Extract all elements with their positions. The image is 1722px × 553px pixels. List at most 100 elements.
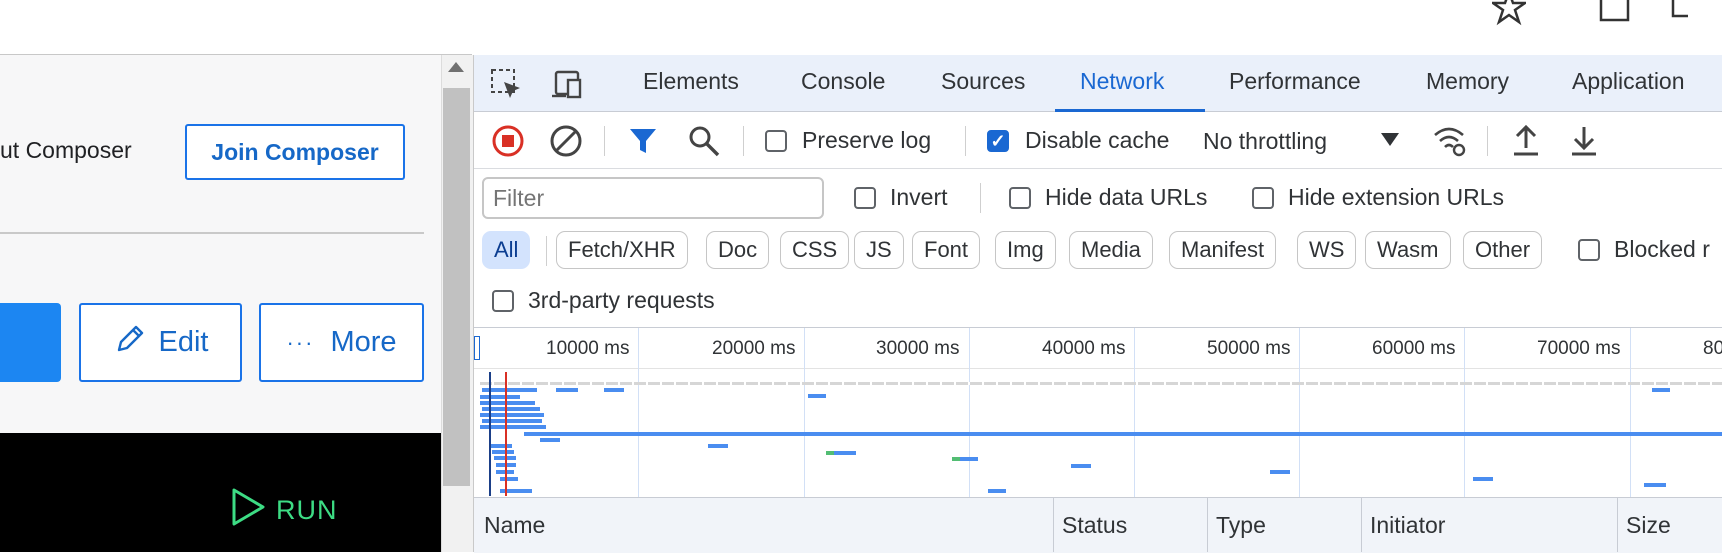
tab-elements[interactable]: Elements [643,68,739,95]
disable-cache-checkbox[interactable]: ✓ [987,130,1009,152]
request-bar [500,477,518,481]
toolbar-separator [604,126,605,156]
column-name[interactable]: Name [484,512,545,539]
invert-checkbox[interactable] [854,187,876,209]
tab-performance[interactable]: Performance [1229,68,1361,95]
timeline-tick: 70000 ms [1537,338,1621,359]
run-button[interactable]: RUN [230,487,338,534]
timeline-left-handle[interactable] [474,336,480,360]
chip-font[interactable]: Font [912,231,981,269]
more-button[interactable]: ··· More [259,303,424,382]
tab-network[interactable]: Network [1080,68,1164,95]
chip-ws[interactable]: WS [1297,231,1357,269]
search-icon[interactable] [687,124,721,163]
request-bar [1473,477,1493,481]
record-stop-icon[interactable] [491,124,525,163]
join-composer-button[interactable]: Join Composer [185,124,405,180]
tab-application[interactable]: Application [1572,68,1685,95]
scrollbar-thumb[interactable] [443,88,470,486]
column-separator[interactable] [1053,497,1054,552]
edit-label: Edit [158,326,209,358]
request-bar [988,489,1006,493]
gridline [969,328,970,497]
device-toolbar-icon[interactable] [550,70,586,105]
preserve-log-checkbox[interactable] [765,130,787,152]
chip-all[interactable]: All [482,231,531,269]
hide-extension-urls-label: Hide extension URLs [1288,184,1505,210]
column-separator[interactable] [1361,497,1362,552]
dropdown-arrow-icon[interactable] [1381,133,1399,152]
request-bar [540,438,560,442]
request-bar [492,450,514,454]
timeline-track [480,382,1722,385]
toolbar-separator [1487,126,1488,156]
tab-sources[interactable]: Sources [941,68,1025,95]
scroll-up-arrow-icon[interactable] [448,62,464,72]
timeline-header-border [474,368,1722,369]
hide-extension-urls-checkbox[interactable] [1252,187,1274,209]
primary-action-button[interactable] [0,303,61,382]
network-conditions-icon[interactable] [1432,124,1468,163]
column-separator[interactable] [1207,497,1208,552]
chip-manifest[interactable]: Manifest [1169,231,1277,269]
long-request-bar [524,432,1722,436]
side-panel-icon[interactable] [1670,0,1690,26]
chip-js[interactable]: JS [854,231,904,269]
third-party-checkbox[interactable] [492,290,514,312]
toolbar-separator [743,126,744,156]
run-label: RUN [276,495,338,525]
request-bar [826,451,834,455]
timeline-tick: 40000 ms [1042,338,1126,359]
request-bar [556,388,578,392]
hide-data-urls-checkbox[interactable] [1009,187,1031,209]
star-icon[interactable] [1489,0,1529,32]
column-separator[interactable] [1617,497,1618,552]
toolbar-separator [546,236,547,266]
timeline-tick: 10000 ms [546,338,630,359]
filter-icon[interactable] [628,126,658,161]
timeline-tick: 20000 ms [712,338,796,359]
browser-toolbar [0,0,1722,54]
column-status[interactable]: Status [1062,512,1127,539]
column-type[interactable]: Type [1216,512,1266,539]
request-bar [960,457,978,461]
address-bar[interactable] [0,0,1555,42]
request-bar [1071,464,1091,468]
chip-img[interactable]: Img [995,231,1056,269]
chip-doc[interactable]: Doc [706,231,770,269]
timeline-tick: 60000 ms [1372,338,1456,359]
disable-cache-label: Disable cache [1025,127,1170,153]
third-party-label: 3rd-party requests [528,287,715,313]
tab-console[interactable]: Console [801,68,885,95]
chip-css[interactable]: CSS [780,231,850,269]
play-icon [230,487,266,534]
gridline [804,328,805,497]
request-bar [1270,470,1290,474]
import-har-icon[interactable] [1511,124,1541,163]
clear-icon[interactable] [549,124,583,163]
tab-memory[interactable]: Memory [1426,68,1509,95]
gridline [1630,328,1631,497]
toolbar-separator [980,183,981,213]
filter-input[interactable] [482,177,824,219]
load-event-marker [505,372,507,496]
chip-wasm[interactable]: Wasm [1365,231,1451,269]
request-bar [482,419,542,423]
column-initiator[interactable]: Initiator [1370,512,1445,539]
edit-button[interactable]: Edit [79,303,242,382]
blocked-requests-checkbox[interactable] [1578,239,1600,261]
chip-media[interactable]: Media [1069,231,1153,269]
preserve-log-label: Preserve log [802,127,932,153]
request-bar [480,395,520,399]
column-size[interactable]: Size [1626,512,1671,539]
inspect-element-icon[interactable] [490,68,524,107]
chip-other[interactable]: Other [1463,231,1543,269]
more-dots-icon: ··· [286,329,315,355]
blocked-requests-label: Blocked r [1614,236,1710,262]
throttling-select[interactable]: No throttling [1203,128,1327,155]
chip-fetch-xhr[interactable]: Fetch/XHR [556,231,688,269]
request-bar [490,444,512,448]
export-har-icon[interactable] [1569,124,1599,163]
timeline-tick: 30000 ms [876,338,960,359]
extensions-icon[interactable] [1598,0,1632,30]
